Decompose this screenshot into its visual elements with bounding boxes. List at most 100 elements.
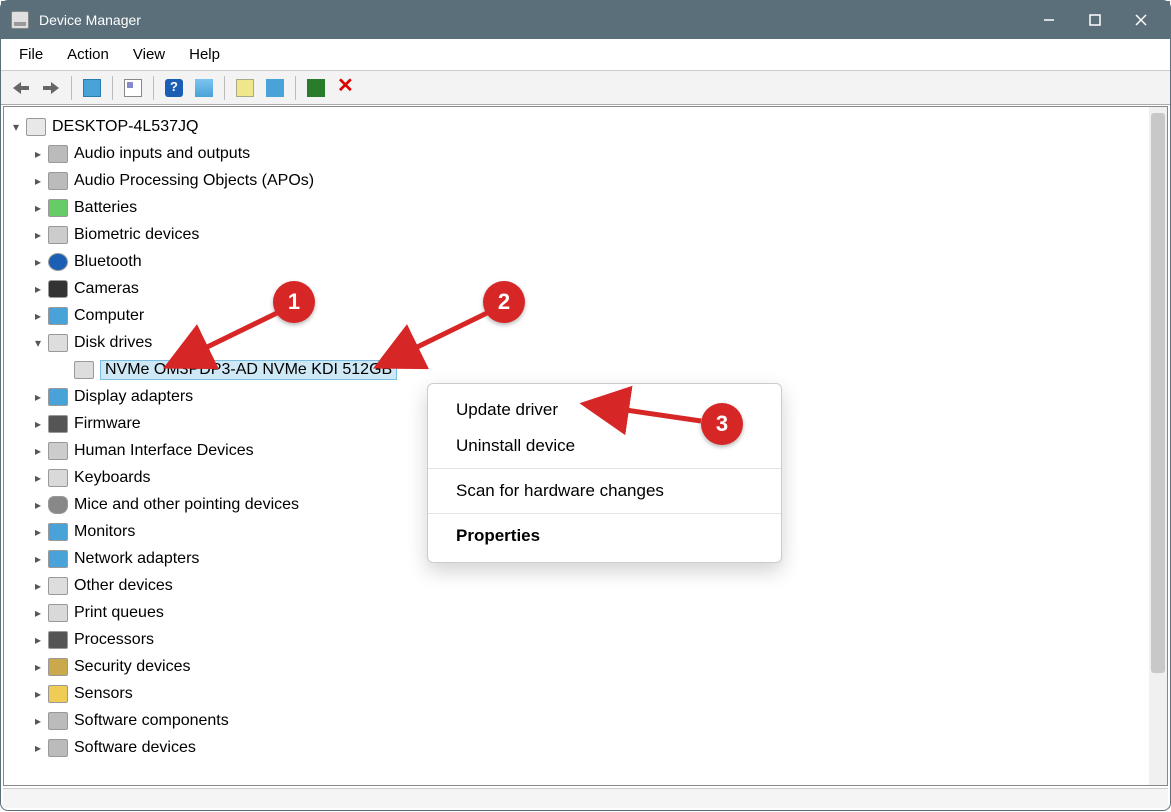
minimize-button[interactable] — [1026, 1, 1072, 39]
monitor-icon — [48, 523, 68, 541]
tree-label: Firmware — [74, 415, 141, 433]
tree-node-bluetooth[interactable]: Bluetooth — [8, 248, 1167, 275]
tree-node-print[interactable]: Print queues — [8, 599, 1167, 626]
tree-label: Display adapters — [74, 388, 193, 406]
menu-bar: File Action View Help — [1, 39, 1170, 71]
keyboard-icon — [48, 469, 68, 487]
tree-label: Monitors — [74, 523, 135, 541]
security-icon — [48, 658, 68, 676]
annotation-badge-3: 3 — [701, 403, 743, 445]
enable-device-button[interactable] — [302, 75, 330, 101]
app-icon — [11, 11, 29, 29]
cpu-icon — [48, 631, 68, 649]
tree-label: Other devices — [74, 577, 173, 595]
bluetooth-icon — [48, 253, 68, 271]
window-title: Device Manager — [39, 12, 1026, 28]
sensor-icon — [48, 685, 68, 703]
tree-root[interactable]: DESKTOP-4L537JQ — [8, 113, 1167, 140]
disk-icon — [74, 361, 94, 379]
tree-label: Disk drives — [74, 334, 152, 352]
menu-help[interactable]: Help — [177, 42, 232, 67]
device-icon — [48, 739, 68, 757]
menu-file[interactable]: File — [7, 42, 55, 67]
scan-hardware-button[interactable] — [261, 75, 289, 101]
toolbar: ? ✕ — [1, 71, 1170, 105]
tree-label: Software components — [74, 712, 229, 730]
tree-node-audio-io[interactable]: Audio inputs and outputs — [8, 140, 1167, 167]
tree-node-other[interactable]: Other devices — [8, 572, 1167, 599]
tree-node-soft-devices[interactable]: Software devices — [8, 734, 1167, 761]
properties-button[interactable] — [119, 75, 147, 101]
menu-action[interactable]: Action — [55, 42, 121, 67]
camera-icon — [48, 280, 68, 298]
disk-icon — [48, 334, 68, 352]
nav-forward-button[interactable] — [37, 75, 65, 101]
battery-icon — [48, 199, 68, 217]
tree-label: Processors — [74, 631, 154, 649]
tree-label: DESKTOP-4L537JQ — [52, 118, 198, 136]
help-button[interactable]: ? — [160, 75, 188, 101]
tree-label: Print queues — [74, 604, 164, 622]
tree-node-computer[interactable]: Computer — [8, 302, 1167, 329]
toolbar-separator — [224, 76, 225, 100]
action-button[interactable] — [190, 75, 218, 101]
tree-label-selected: NVMe OM3PDP3-AD NVMe KDI 512GB — [100, 360, 397, 380]
menu-separator — [428, 468, 781, 469]
toolbar-separator — [153, 76, 154, 100]
tree-label: Bluetooth — [74, 253, 142, 271]
tree-label: Computer — [74, 307, 144, 325]
scrollbar-thumb[interactable] — [1151, 113, 1165, 673]
annotation-badge-1: 1 — [273, 281, 315, 323]
menu-separator — [428, 513, 781, 514]
maximize-button[interactable] — [1072, 1, 1118, 39]
tree-node-processors[interactable]: Processors — [8, 626, 1167, 653]
uninstall-device-button[interactable]: ✕ — [332, 75, 360, 101]
tree-node-soft-components[interactable]: Software components — [8, 707, 1167, 734]
display-adapter-icon — [48, 388, 68, 406]
tree-label: Sensors — [74, 685, 133, 703]
menu-view[interactable]: View — [121, 42, 177, 67]
biometric-icon — [48, 226, 68, 244]
tree-label: Keyboards — [74, 469, 151, 487]
tree-node-batteries[interactable]: Batteries — [8, 194, 1167, 221]
component-icon — [48, 712, 68, 730]
tree-node-disk-drives[interactable]: Disk drives — [8, 329, 1167, 356]
tree-node-cameras[interactable]: Cameras — [8, 275, 1167, 302]
tree-label: Cameras — [74, 280, 139, 298]
menu-item-scan-hardware[interactable]: Scan for hardware changes — [428, 473, 781, 509]
close-button[interactable] — [1118, 1, 1164, 39]
update-driver-button[interactable] — [231, 75, 259, 101]
tree-label: Security devices — [74, 658, 191, 676]
tree-label: Network adapters — [74, 550, 199, 568]
vertical-scrollbar[interactable] — [1149, 107, 1167, 785]
tree-node-biometric[interactable]: Biometric devices — [8, 221, 1167, 248]
mouse-icon — [48, 496, 68, 514]
network-icon — [48, 550, 68, 568]
other-icon — [48, 577, 68, 595]
title-bar: Device Manager — [1, 1, 1170, 39]
tree-node-audio-apo[interactable]: Audio Processing Objects (APOs) — [8, 167, 1167, 194]
hid-icon — [48, 442, 68, 460]
monitor-icon — [48, 307, 68, 325]
show-hide-console-button[interactable] — [78, 75, 106, 101]
tree-node-disk0[interactable]: NVMe OM3PDP3-AD NVMe KDI 512GB — [8, 356, 1167, 383]
nav-back-button[interactable] — [7, 75, 35, 101]
tree-label: Audio inputs and outputs — [74, 145, 250, 163]
chip-icon — [48, 415, 68, 433]
tree-node-security[interactable]: Security devices — [8, 653, 1167, 680]
toolbar-separator — [71, 76, 72, 100]
status-bar — [3, 788, 1168, 808]
menu-item-properties[interactable]: Properties — [428, 518, 781, 554]
tree-label: Human Interface Devices — [74, 442, 254, 460]
tree-node-sensors[interactable]: Sensors — [8, 680, 1167, 707]
speaker-icon — [48, 145, 68, 163]
annotation-badge-2: 2 — [483, 281, 525, 323]
tree-label: Mice and other pointing devices — [74, 496, 299, 514]
tree-label: Biometric devices — [74, 226, 199, 244]
tree-label: Audio Processing Objects (APOs) — [74, 172, 314, 190]
tree-label: Batteries — [74, 199, 137, 217]
toolbar-separator — [112, 76, 113, 100]
tree-label: Software devices — [74, 739, 196, 757]
toolbar-separator — [295, 76, 296, 100]
speaker-icon — [48, 172, 68, 190]
